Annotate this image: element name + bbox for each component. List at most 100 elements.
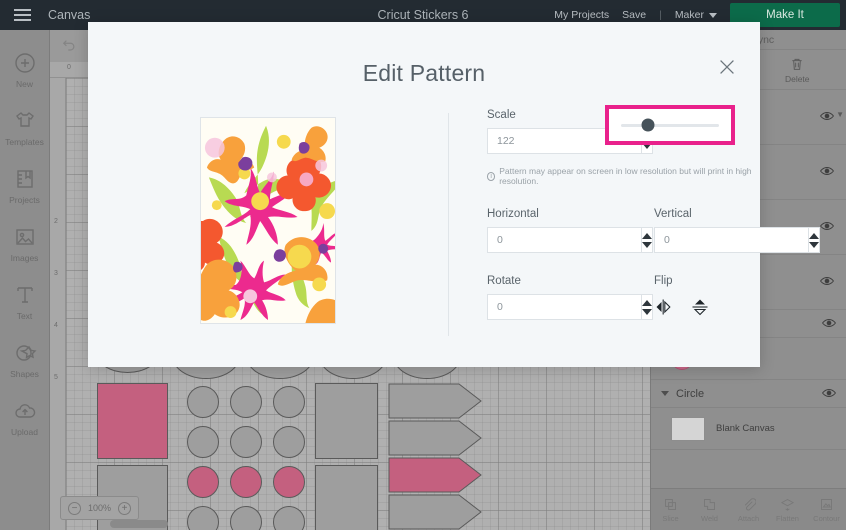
- close-icon[interactable]: [716, 56, 738, 78]
- paperclip-icon: [744, 497, 756, 510]
- canvas-shape[interactable]: [97, 383, 168, 459]
- canvas-shape[interactable]: [187, 506, 219, 530]
- stepper-down-icon[interactable]: [809, 241, 819, 248]
- upload-cloud-icon: [12, 398, 38, 424]
- flip-field-group: Flip: [654, 275, 710, 320]
- chevron-down-icon: [709, 12, 717, 18]
- zoom-in-button[interactable]: +: [118, 501, 132, 515]
- layer-group-name: Circle: [676, 387, 705, 400]
- layer-item-label: Blank Canvas: [716, 423, 775, 434]
- vertical-field-group: Vertical: [654, 208, 820, 253]
- image-icon: [12, 224, 38, 250]
- eye-icon[interactable]: [820, 218, 834, 236]
- sidebar-item-templates[interactable]: Templates: [0, 98, 50, 156]
- eye-icon[interactable]: [820, 108, 834, 126]
- stepper-up-icon[interactable]: [809, 232, 819, 239]
- eye-icon[interactable]: [822, 385, 836, 403]
- layer-item-blank-canvas[interactable]: Blank Canvas: [651, 408, 846, 450]
- floral-pattern-preview: [200, 117, 336, 324]
- scale-slider-thumb[interactable]: [641, 118, 655, 132]
- flatten-button[interactable]: Flatten: [768, 489, 807, 530]
- layer-group-circle-2[interactable]: Circle ▼: [651, 110, 846, 408]
- canvas-shape[interactable]: [315, 383, 378, 459]
- canvas-shape[interactable]: [273, 466, 305, 498]
- canvas-shape[interactable]: [187, 466, 219, 498]
- canvas-shape[interactable]: [273, 506, 305, 530]
- zoom-out-button[interactable]: −: [68, 501, 81, 515]
- vertical-input[interactable]: [654, 227, 808, 253]
- bottom-tools: Slice Weld Attach Flatten Contour: [651, 488, 846, 530]
- ruler-tick-left-4: 4: [54, 322, 58, 329]
- ruler-tick-left-2: 2: [54, 218, 58, 225]
- canvas-shape[interactable]: [273, 426, 305, 458]
- scale-slider-highlight[interactable]: [605, 105, 735, 145]
- sidebar-item-text[interactable]: Text: [0, 272, 50, 330]
- save-button[interactable]: Save: [622, 9, 646, 21]
- hamburger-icon[interactable]: [0, 0, 44, 30]
- canvas-shape[interactable]: [230, 506, 262, 530]
- slice-button[interactable]: Slice: [651, 489, 690, 530]
- chevron-down-icon[interactable]: [661, 391, 669, 396]
- vertical-stepper[interactable]: [654, 227, 820, 253]
- attach-button[interactable]: Attach: [729, 489, 768, 530]
- canvas-arrow-shapes[interactable]: [388, 383, 483, 530]
- offset-row: Horizontal Vertical: [487, 208, 820, 253]
- horizontal-input[interactable]: [487, 227, 641, 253]
- stepper-up-icon[interactable]: [642, 232, 652, 239]
- scale-slider-track[interactable]: [621, 118, 719, 132]
- horizontal-stepper[interactable]: [487, 227, 653, 253]
- horizontal-stepper-buttons[interactable]: [641, 227, 653, 253]
- flatten-label: Flatten: [776, 513, 799, 523]
- sidebar-item-shapes[interactable]: Shapes: [0, 330, 50, 388]
- eye-icon[interactable]: [822, 315, 836, 333]
- contour-button[interactable]: Contour: [807, 489, 846, 530]
- canvas-shape[interactable]: [230, 386, 262, 418]
- color-swatch[interactable]: [671, 416, 705, 441]
- weld-label: Weld: [701, 513, 718, 523]
- weld-button[interactable]: Weld: [690, 489, 729, 530]
- sidebar-item-upload[interactable]: Upload: [0, 388, 50, 446]
- dialog-body: Scale i: [88, 87, 820, 336]
- preview-column: [88, 109, 448, 336]
- canvas-shape[interactable]: [187, 426, 219, 458]
- fields-column: Scale i: [449, 105, 820, 336]
- slice-icon: [665, 498, 676, 510]
- sidebar-item-images[interactable]: Images: [0, 214, 50, 272]
- canvas-shape[interactable]: [187, 386, 219, 418]
- canvas-shape[interactable]: [230, 426, 262, 458]
- sidebar-item-projects[interactable]: Projects: [0, 156, 50, 214]
- undo-icon[interactable]: [58, 35, 80, 58]
- rotate-stepper[interactable]: [487, 294, 653, 320]
- eye-icon[interactable]: [820, 163, 834, 181]
- horizontal-scrollbar[interactable]: [110, 520, 168, 528]
- stepper-down-icon[interactable]: [642, 241, 652, 248]
- resolution-hint-text: Pattern may appear on screen in low reso…: [499, 166, 752, 186]
- my-projects-link[interactable]: My Projects: [554, 9, 609, 21]
- eye-icon[interactable]: [820, 273, 834, 291]
- sidebar-label-images: Images: [10, 252, 39, 263]
- attach-label: Attach: [737, 513, 760, 523]
- canvas-shape[interactable]: [230, 466, 262, 498]
- flip-label: Flip: [654, 275, 673, 287]
- scroll-down-arrow[interactable]: ▼: [836, 110, 844, 119]
- scale-stepper[interactable]: [487, 128, 653, 154]
- zoom-control[interactable]: − 100% +: [60, 496, 140, 520]
- machine-selector[interactable]: Maker: [675, 9, 717, 21]
- stepper-up-icon[interactable]: [642, 299, 652, 306]
- delete-label: Delete: [784, 73, 810, 84]
- left-sidebar: New Templates Projects Images Text Shape…: [0, 30, 50, 530]
- sidebar-item-new[interactable]: New: [0, 40, 50, 98]
- rotate-stepper-buttons[interactable]: [641, 294, 653, 320]
- rotate-flip-row: Rotate Flip: [487, 275, 760, 320]
- canvas-label[interactable]: Canvas: [48, 8, 90, 22]
- flip-horizontal-icon[interactable]: [654, 297, 674, 317]
- vertical-stepper-buttons[interactable]: [808, 227, 820, 253]
- delete-button[interactable]: Delete: [749, 50, 846, 89]
- canvas-shape[interactable]: [273, 386, 305, 418]
- stepper-down-icon[interactable]: [642, 308, 652, 315]
- topbar-separator: |: [659, 9, 662, 21]
- flip-vertical-icon[interactable]: [690, 297, 710, 317]
- rotate-input[interactable]: [487, 294, 641, 320]
- ruler-tick-top-0: 0: [67, 64, 71, 71]
- canvas-shape[interactable]: [315, 465, 378, 530]
